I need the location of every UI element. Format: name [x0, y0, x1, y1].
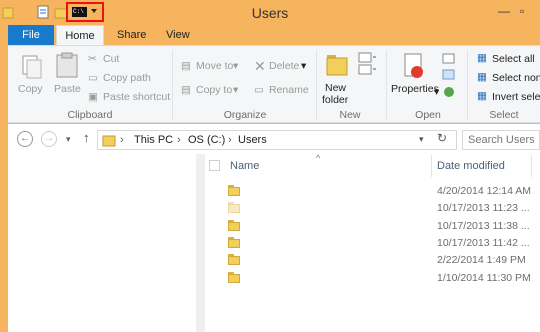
open-icons — [442, 53, 455, 97]
forward-button[interactable]: → — [41, 131, 57, 147]
folder-icon[interactable] — [228, 185, 240, 196]
copy-icon — [22, 55, 42, 79]
select-none-icon: ▦ — [477, 71, 487, 83]
folder-icon[interactable] — [228, 254, 240, 266]
copy-to-dropdown-icon: ▾ — [233, 84, 239, 96]
paste-shortcut-icon: ▣ — [88, 91, 98, 103]
breadcrumb-separator-icon: › — [228, 134, 232, 146]
move-to-button[interactable]: Move to — [196, 60, 233, 72]
ribbon-divider — [172, 50, 173, 120]
maximize-icon[interactable]: ▫ — [520, 4, 524, 18]
new-folder-button-line2[interactable]: folder — [322, 94, 348, 106]
copy-path-icon: ▭ — [88, 72, 98, 84]
tab-view[interactable]: View — [166, 25, 190, 45]
folder-icon — [102, 135, 116, 147]
move-to-icon: ▤ — [181, 60, 191, 72]
up-arrow-icon[interactable]: ↑ — [83, 130, 90, 145]
ribbon-divider — [467, 50, 468, 120]
new-folder-button[interactable]: New — [325, 82, 346, 94]
copy-button[interactable]: Copy — [18, 83, 43, 95]
select-all-checkbox[interactable] — [209, 160, 220, 171]
invert-selection-button[interactable]: Invert selecti — [492, 91, 540, 103]
paste-icon — [56, 52, 78, 78]
organize-group-label: Organize — [223, 109, 267, 121]
folder-icon[interactable] — [228, 219, 240, 231]
breadcrumb-separator-icon: › — [177, 134, 181, 146]
folder-icon[interactable] — [228, 236, 240, 248]
clipboard-group-label: Clipboard — [67, 109, 113, 121]
copy-to-icon: ▤ — [181, 84, 191, 96]
folder-icon[interactable] — [228, 202, 240, 214]
tab-share[interactable]: Share — [117, 25, 146, 45]
breadcrumb-os-c[interactable]: OS (C:) — [188, 134, 225, 146]
folder-icon[interactable] — [228, 271, 240, 283]
rename-icon: ▭ — [254, 84, 264, 96]
delete-dropdown-icon: ▾ — [301, 60, 307, 72]
back-button[interactable]: ← — [17, 131, 33, 147]
new-group-label: New — [339, 109, 361, 121]
refresh-icon[interactable]: ↻ — [437, 131, 447, 145]
cut-button[interactable]: Cut — [103, 53, 119, 65]
properties-large-icon — [404, 53, 423, 78]
copy-path-button[interactable]: Copy path — [103, 72, 151, 84]
date-modified-cell: 2/22/2014 1:49 PM — [437, 254, 526, 267]
properties-dropdown-icon: ▾ — [434, 86, 440, 98]
delete-button[interactable]: Delete — [269, 60, 299, 72]
date-modified-cell: 10/17/2013 11:42 ... — [437, 236, 530, 249]
invert-selection-icon: ▦ — [477, 90, 487, 102]
column-divider[interactable] — [431, 155, 432, 177]
tab-file[interactable]: File — [8, 25, 54, 45]
select-all-button[interactable]: Select all — [492, 53, 535, 65]
select-group-label: Select — [489, 109, 519, 121]
delete-icon: ✕ — [254, 58, 266, 74]
copy-to-button[interactable]: Copy to — [196, 84, 232, 96]
new-folder-large-icon — [326, 55, 348, 76]
date-modified-cell: 1/10/2014 11:30 PM — [437, 271, 531, 284]
paste-shortcut-button[interactable]: Paste shortcut — [103, 91, 170, 103]
sort-up-icon: ^ — [316, 153, 321, 163]
date-modified-cell: 4/20/2014 12:14 AM — [437, 185, 531, 197]
ribbon-divider — [316, 50, 317, 120]
properties-button[interactable]: Properties — [391, 83, 439, 95]
open-group-label: Open — [415, 109, 441, 121]
select-all-icon: ▦ — [477, 52, 487, 64]
move-to-dropdown-icon: ▾ — [233, 60, 239, 72]
search-input[interactable]: Search Users — [468, 134, 535, 146]
recent-locations-icon[interactable]: ▾ — [66, 134, 71, 145]
breadcrumb-separator-icon: › — [120, 134, 124, 146]
column-header-date-modified[interactable]: Date modified — [437, 160, 505, 172]
column-header-name[interactable]: Name — [230, 160, 259, 172]
minimize-icon[interactable]: — — [498, 4, 510, 18]
address-dropdown-icon[interactable]: ▾ — [419, 134, 424, 145]
breadcrumb-users[interactable]: Users — [238, 134, 267, 146]
paste-button[interactable]: Paste — [54, 83, 81, 95]
date-modified-cell: 10/17/2013 11:38 ... — [437, 219, 530, 232]
ribbon-divider — [386, 50, 387, 120]
select-none-button[interactable]: Select non — [492, 72, 540, 84]
tab-home[interactable]: Home — [56, 25, 104, 46]
cut-icon: ✂ — [88, 53, 97, 65]
column-divider[interactable] — [531, 155, 532, 177]
rename-button[interactable]: Rename — [269, 84, 309, 96]
breadcrumb-this-pc[interactable]: This PC — [134, 134, 173, 146]
date-modified-cell: 10/17/2013 11:23 ... — [437, 202, 530, 215]
navigation-pane-scrollbar[interactable] — [196, 154, 205, 332]
new-item-icons — [358, 52, 376, 75]
window-title: Users — [251, 5, 289, 21]
